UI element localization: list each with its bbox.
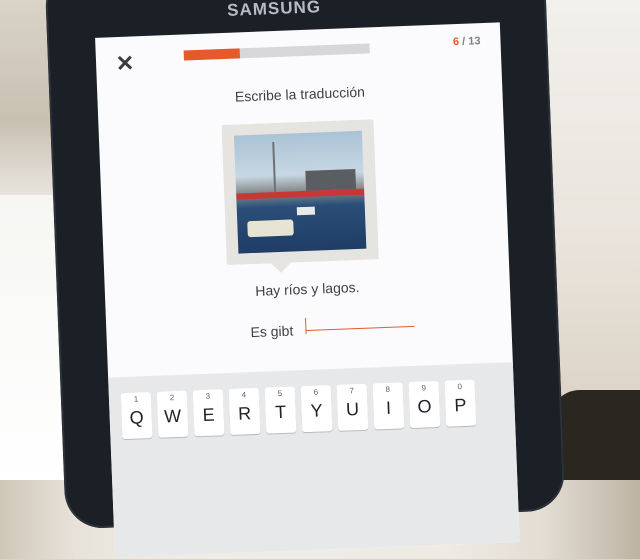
photo-crane — [272, 142, 277, 193]
key-letter: E — [202, 404, 216, 426]
source-sentence: Hay ríos y lagos. — [254, 278, 360, 299]
brand-logo: SAMSUNG — [226, 0, 322, 20]
key-letter: Y — [310, 400, 323, 421]
progress-bar — [183, 43, 370, 61]
progress-total: 13 — [468, 35, 481, 48]
key-letter: U — [345, 399, 360, 420]
key-w[interactable]: 2W — [156, 390, 189, 438]
key-o[interactable]: 9O — [408, 380, 441, 429]
phone: SAMSUNG ✕ 6 / 13 Escribe la traducción H… — [44, 0, 566, 558]
app-screen: ✕ 6 / 13 Escribe la traducción Hay ríos … — [95, 22, 520, 558]
keyboard-row-top: 1Q2W3E4R5T6Y7U8I9O0P — [120, 379, 477, 440]
answer-prefix: Es gibt — [250, 322, 294, 341]
key-letter: P — [454, 394, 467, 416]
key-number-hint: 9 — [421, 383, 427, 393]
progress-current: 6 — [452, 35, 460, 49]
key-number-hint: 8 — [385, 384, 391, 395]
key-i[interactable]: 8I — [372, 382, 405, 430]
key-number-hint: 6 — [313, 387, 319, 397]
key-number-hint: 1 — [133, 394, 139, 404]
photo-bridge — [236, 188, 365, 200]
on-screen-keyboard: 1Q2W3E4R5T6Y7U8I9O0P — [108, 362, 520, 558]
image-card — [221, 119, 379, 266]
key-r[interactable]: 4R — [228, 387, 261, 436]
key-number-hint: 4 — [241, 390, 247, 400]
key-y[interactable]: 6Y — [300, 385, 333, 433]
answer-input[interactable] — [306, 325, 415, 332]
key-number-hint: 0 — [457, 382, 463, 392]
photo-boat-small — [296, 206, 316, 216]
progress-counter: 6 / 13 — [453, 35, 481, 48]
key-q[interactable]: 1Q — [120, 392, 153, 440]
key-t[interactable]: 5T — [264, 386, 297, 434]
key-e[interactable]: 3E — [192, 389, 225, 437]
key-letter: I — [385, 397, 392, 419]
text-caret — [304, 318, 307, 335]
photo-boat — [247, 219, 294, 238]
close-icon[interactable]: ✕ — [114, 50, 137, 76]
progress-fill — [183, 48, 240, 61]
key-letter: R — [237, 403, 252, 424]
harbor-photo — [233, 130, 367, 254]
key-number-hint: 5 — [277, 388, 283, 399]
key-letter: W — [163, 405, 182, 427]
key-p[interactable]: 0P — [444, 379, 477, 427]
key-number-hint: 2 — [169, 393, 175, 403]
key-letter: Q — [129, 407, 145, 428]
progress-separator: / — [461, 35, 466, 48]
instruction-text: Escribe la traducción — [234, 83, 366, 105]
key-number-hint: 7 — [349, 386, 355, 396]
key-letter: T — [274, 401, 287, 423]
key-number-hint: 3 — [205, 391, 211, 401]
photo-building — [305, 169, 357, 191]
key-u[interactable]: 7U — [336, 383, 369, 431]
key-letter: O — [417, 396, 432, 417]
